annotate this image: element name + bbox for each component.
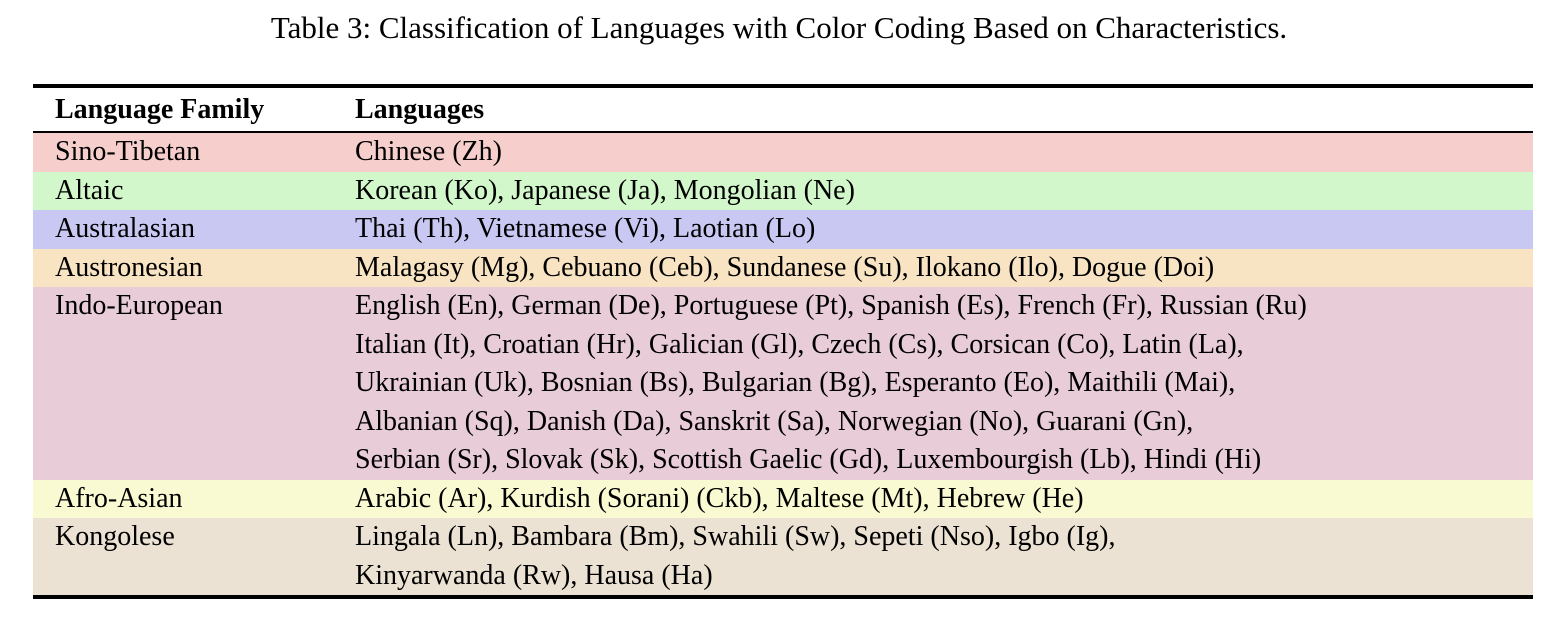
languages-cell: Thai (Th), Vietnamese (Vi), Laotian (Lo) bbox=[355, 210, 1533, 249]
table-header-row: Language Family Languages bbox=[33, 88, 1533, 131]
table-row: AustralasianThai (Th), Vietnamese (Vi), … bbox=[33, 210, 1533, 249]
languages-cell: Lingala (Ln), Bambara (Bm), Swahili (Sw)… bbox=[355, 518, 1533, 595]
column-header-languages: Languages bbox=[355, 94, 1533, 126]
table-row: AltaicKorean (Ko), Japanese (Ja), Mongol… bbox=[33, 172, 1533, 211]
languages-cell: Chinese (Zh) bbox=[355, 133, 1533, 172]
family-cell: Austronesian bbox=[33, 249, 355, 288]
family-cell: Afro-Asian bbox=[33, 480, 355, 519]
languages-cell: English (En), German (De), Portuguese (P… bbox=[355, 287, 1533, 480]
family-cell: Altaic bbox=[33, 172, 355, 211]
family-cell: Australasian bbox=[33, 210, 355, 249]
languages-cell: Korean (Ko), Japanese (Ja), Mongolian (N… bbox=[355, 172, 1533, 211]
languages-cell: Malagasy (Mg), Cebuano (Ceb), Sundanese … bbox=[355, 249, 1533, 288]
table-row: KongoleseLingala (Ln), Bambara (Bm), Swa… bbox=[33, 518, 1533, 595]
table-row: Sino-TibetanChinese (Zh) bbox=[33, 133, 1533, 172]
languages-cell: Arabic (Ar), Kurdish (Sorani) (Ckb), Mal… bbox=[355, 480, 1533, 519]
table-bottom-rule bbox=[33, 595, 1533, 599]
family-cell: Indo-European bbox=[33, 287, 355, 480]
table-caption: Table 3: Classification of Languages wit… bbox=[0, 8, 1558, 48]
column-header-language-family: Language Family bbox=[33, 94, 355, 126]
table-row: AustronesianMalagasy (Mg), Cebuano (Ceb)… bbox=[33, 249, 1533, 288]
table-row: Afro-AsianArabic (Ar), Kurdish (Sorani) … bbox=[33, 480, 1533, 519]
family-cell: Kongolese bbox=[33, 518, 355, 595]
table-rows: Sino-TibetanChinese (Zh)AltaicKorean (Ko… bbox=[33, 133, 1533, 595]
table-row: Indo-EuropeanEnglish (En), German (De), … bbox=[33, 287, 1533, 480]
family-cell: Sino-Tibetan bbox=[33, 133, 355, 172]
paper-page: Table 3: Classification of Languages wit… bbox=[0, 0, 1558, 617]
language-classification-table: Language Family Languages Sino-TibetanCh… bbox=[33, 84, 1533, 599]
